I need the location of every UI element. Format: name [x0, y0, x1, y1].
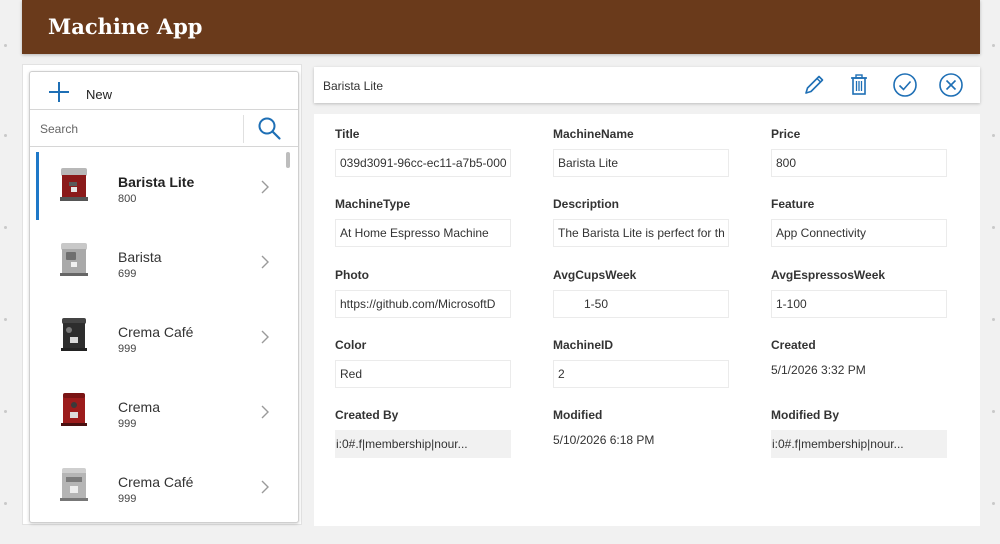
field-label: MachineID	[553, 338, 614, 352]
espresso-machine-icon	[60, 243, 88, 276]
created-by-value: i:0#.f|membership|nour...	[335, 430, 511, 458]
item-name: Crema Café	[118, 324, 194, 340]
gallery-container: New Barista Lite 800	[29, 71, 299, 523]
chevron-right-icon	[261, 180, 269, 194]
list-item[interactable]: Crema Café 999	[30, 447, 298, 521]
field-label: Created By	[335, 408, 399, 422]
chevron-right-icon	[261, 255, 269, 269]
color-input[interactable]: Red	[335, 360, 511, 388]
description-input[interactable]: The Barista Lite is perfect for th	[553, 219, 729, 247]
espresso-machine-icon	[61, 393, 87, 426]
scrollbar-thumb[interactable]	[286, 152, 290, 168]
item-price: 999	[118, 493, 137, 505]
field-label: AvgCupsWeek	[553, 268, 637, 282]
search-bar	[30, 110, 298, 147]
created-value: 5/1/2026 3:32 PM	[771, 363, 866, 377]
detail-form: Title 039d3091-96cc-ec11-a7b5-000 Machin…	[314, 114, 980, 526]
field-label: Price	[771, 127, 801, 141]
delete-icon[interactable]	[846, 72, 872, 98]
field-label: Created	[771, 338, 816, 352]
field-label: Feature	[771, 197, 815, 211]
photo-input[interactable]: https://github.com/MicrosoftD	[335, 290, 511, 318]
list-item[interactable]: Barista 699	[30, 222, 298, 296]
field-label: Photo	[335, 268, 369, 282]
modified-value: 5/10/2026 6:18 PM	[553, 433, 655, 447]
item-price: 800	[118, 193, 137, 205]
search-icon[interactable]	[256, 116, 282, 142]
field-label: Title	[335, 127, 360, 141]
selection-indicator	[36, 152, 39, 220]
item-name: Crema	[118, 399, 161, 415]
machine-type-input[interactable]: At Home Espresso Machine	[335, 219, 511, 247]
gallery-panel: New Barista Lite 800	[22, 64, 302, 525]
machine-id-input[interactable]: 2	[553, 360, 729, 388]
item-price: 999	[118, 418, 137, 430]
espresso-machine-icon	[60, 168, 88, 201]
search-input[interactable]	[36, 115, 244, 143]
list-item[interactable]: Crema Café 999	[30, 297, 298, 371]
modified-by-value: i:0#.f|membership|nour...	[771, 430, 947, 458]
chevron-right-icon	[261, 480, 269, 494]
item-name: Barista	[118, 249, 162, 265]
avg-espressos-week-input[interactable]: 1-100	[771, 290, 947, 318]
price-input[interactable]: 800	[771, 149, 947, 177]
item-price: 699	[118, 268, 137, 280]
app-header: Machine App	[22, 0, 980, 54]
espresso-machine-icon	[60, 468, 88, 501]
machine-list: Barista Lite 800 Barista 699 Crema Café …	[30, 147, 298, 522]
item-name: Barista Lite	[118, 174, 195, 190]
item-name: Crema Café	[118, 474, 194, 490]
new-label: New	[86, 87, 113, 102]
feature-input[interactable]: App Connectivity	[771, 219, 947, 247]
list-item[interactable]: Barista Lite 800	[30, 147, 298, 221]
detail-title: Barista Lite	[323, 79, 384, 93]
field-label: Modified	[553, 408, 603, 422]
field-label: AvgEspressosWeek	[771, 268, 886, 282]
submit-icon[interactable]	[892, 72, 918, 98]
field-label: Color	[335, 338, 367, 352]
chevron-right-icon	[261, 405, 269, 419]
cancel-icon[interactable]	[938, 72, 964, 98]
item-price: 999	[118, 343, 137, 355]
avg-cups-week-input[interactable]: 1-50	[553, 290, 729, 318]
app-title: Machine App	[48, 14, 203, 39]
list-item[interactable]: Crema 999	[30, 372, 298, 446]
title-input[interactable]: 039d3091-96cc-ec11-a7b5-000	[335, 149, 511, 177]
field-label: Description	[553, 197, 620, 211]
edit-icon[interactable]	[801, 72, 827, 98]
field-label: MachineType	[335, 197, 411, 211]
machine-name-input[interactable]: Barista Lite	[553, 149, 729, 177]
plus-icon	[49, 82, 69, 102]
field-label: Modified By	[771, 408, 839, 422]
detail-toolbar: Barista Lite	[314, 67, 980, 103]
chevron-right-icon	[261, 330, 269, 344]
espresso-machine-icon	[61, 318, 87, 351]
new-button[interactable]: New	[30, 72, 298, 110]
field-label: MachineName	[553, 127, 634, 141]
